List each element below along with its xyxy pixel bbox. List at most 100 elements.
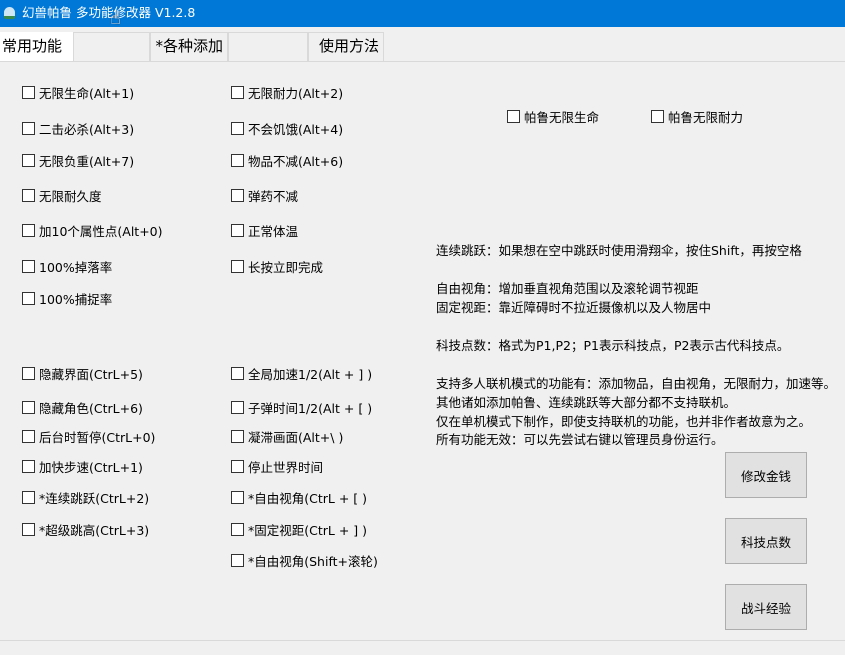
option-checkbox[interactable]: 隐藏角色(CtrL+6) [22, 398, 143, 416]
checkbox-label: *自由视角(CtrL + [ ) [248, 490, 368, 506]
checkbox-box[interactable] [22, 259, 35, 273]
option-checkbox[interactable]: 二击必杀(Alt+3) [22, 119, 134, 137]
checkbox-box[interactable] [231, 522, 244, 536]
checkbox-box[interactable] [231, 490, 244, 504]
checkbox-box[interactable] [22, 490, 35, 504]
checkbox-label: *自由视角(Shift+滚轮) [248, 553, 378, 569]
checkbox-label: *固定视距(CtrL + ] ) [248, 522, 368, 538]
option-checkbox[interactable]: 无限耐久度 [22, 186, 102, 204]
option-checkbox[interactable]: 无限耐力(Alt+2) [231, 83, 343, 101]
option-checkbox[interactable]: 正常体温 [231, 221, 298, 239]
checkbox-label: 停止世界时间 [248, 459, 324, 475]
checkbox-box[interactable] [231, 188, 244, 202]
checkbox-box[interactable] [22, 291, 35, 305]
option-checkbox[interactable]: 长按立即完成 [231, 257, 323, 275]
checkbox-label: *连续跳跃(CtrL+2) [39, 490, 150, 506]
checkbox-box[interactable] [22, 85, 35, 99]
option-checkbox[interactable]: 子弹时间1/2(Alt + [ ) [231, 398, 372, 416]
option-checkbox[interactable]: 无限生命(Alt+1) [22, 83, 134, 101]
help-note: 科技点数：格式为P1,P2；P1表示科技点，P2表示古代科技点。 [436, 338, 790, 353]
option-checkbox[interactable]: 加10个属性点(Alt+0) [22, 221, 163, 239]
checkbox-box[interactable] [231, 153, 244, 167]
checkbox-label: 子弹时间1/2(Alt + [ ) [248, 400, 373, 416]
checkbox-label: *超级跳高(CtrL+3) [39, 522, 150, 538]
checkbox-box[interactable] [22, 366, 35, 380]
help-note: 所有功能无效：可以先尝试右键以管理员身份运行。 [436, 432, 724, 447]
checkbox-box[interactable] [22, 121, 35, 135]
checkbox-box[interactable] [231, 121, 244, 135]
hand-cursor-icon: ☝ [110, 8, 121, 29]
checkbox-box[interactable] [231, 429, 244, 443]
option-checkbox[interactable]: 帕鲁无限生命 [507, 107, 599, 125]
help-note: 连续跳跃：如果想在空中跳跃时使用滑翔伞，按住Shift，再按空格 [436, 243, 802, 258]
tab-usage[interactable]: 使用方法 [308, 32, 384, 61]
checkbox-box[interactable] [231, 553, 244, 567]
option-checkbox[interactable]: 100%捕捉率 [22, 289, 112, 307]
checkbox-box[interactable] [22, 400, 35, 414]
battle-exp-button[interactable]: 战斗经验 [725, 584, 807, 630]
checkbox-box[interactable] [231, 223, 244, 237]
checkbox-label: 不会饥饿(Alt+4) [248, 121, 344, 137]
checkbox-label: 帕鲁无限耐力 [668, 109, 744, 125]
checkbox-label: 加快步速(CtrL+1) [39, 459, 143, 475]
option-checkbox[interactable]: 不会饥饿(Alt+4) [231, 119, 343, 137]
checkbox-box[interactable] [22, 188, 35, 202]
checkbox-label: 弹药不减 [248, 188, 299, 204]
checkbox-label: 隐藏界面(CtrL+5) [39, 366, 143, 382]
checkbox-box[interactable] [231, 85, 244, 99]
checkbox-box[interactable] [231, 259, 244, 273]
checkbox-box[interactable] [651, 109, 664, 123]
checkbox-label: 100%捕捉率 [39, 291, 113, 307]
option-checkbox[interactable]: *自由视角(CtrL + [ ) [231, 488, 367, 506]
checkbox-box[interactable] [231, 366, 244, 380]
option-checkbox[interactable]: 无限负重(Alt+7) [22, 151, 134, 169]
option-checkbox[interactable]: 100%掉落率 [22, 257, 112, 275]
option-checkbox[interactable]: 加快步速(CtrL+1) [22, 457, 143, 475]
option-checkbox[interactable]: 后台时暂停(CtrL+0) [22, 427, 155, 445]
option-checkbox[interactable]: 隐藏界面(CtrL+5) [22, 364, 143, 382]
checkbox-box[interactable] [507, 109, 520, 123]
checkbox-box[interactable] [22, 153, 35, 167]
checkbox-box[interactable] [22, 522, 35, 536]
help-note: 自由视角：增加垂直视角范围以及滚轮调节视距 [436, 281, 699, 296]
checkbox-label: 无限耐久度 [39, 188, 102, 204]
checkbox-label: 二击必杀(Alt+3) [39, 121, 135, 137]
tab-empty-1[interactable] [73, 32, 150, 61]
option-checkbox[interactable]: 停止世界时间 [231, 457, 323, 475]
checkbox-label: 凝滞画面(Alt+\ ) [248, 429, 344, 445]
checkbox-label: 帕鲁无限生命 [524, 109, 600, 125]
checkbox-box[interactable] [22, 459, 35, 473]
tech-points-button[interactable]: 科技点数 [725, 518, 807, 564]
option-checkbox[interactable]: 弹药不减 [231, 186, 298, 204]
option-checkbox[interactable]: 物品不减(Alt+6) [231, 151, 343, 169]
tab-empty-2[interactable] [228, 32, 308, 61]
modify-money-button[interactable]: 修改金钱 [725, 452, 807, 498]
option-checkbox[interactable]: 凝滞画面(Alt+\ ) [231, 427, 343, 445]
app-icon [4, 7, 15, 19]
checkbox-label: 隐藏角色(CtrL+6) [39, 400, 143, 416]
option-checkbox[interactable]: *连续跳跃(CtrL+2) [22, 488, 149, 506]
checkbox-label: 100%掉落率 [39, 259, 113, 275]
checkbox-label: 后台时暂停(CtrL+0) [39, 429, 156, 445]
checkbox-box[interactable] [22, 429, 35, 443]
checkbox-label: 长按立即完成 [248, 259, 324, 275]
checkbox-box[interactable] [231, 400, 244, 414]
checkbox-label: 无限负重(Alt+7) [39, 153, 135, 169]
tab-common[interactable]: 常用功能 [0, 32, 73, 62]
option-checkbox[interactable]: 帕鲁无限耐力 [651, 107, 743, 125]
checkbox-box[interactable] [231, 459, 244, 473]
checkbox-box[interactable] [22, 223, 35, 237]
option-checkbox[interactable]: 全局加速1/2(Alt + ] ) [231, 364, 372, 382]
option-checkbox[interactable]: *自由视角(Shift+滚轮) [231, 551, 378, 569]
help-note: 其他诸如添加帕鲁、连续跳跃等大部分都不支持联机。 [436, 395, 737, 410]
checkbox-label: 正常体温 [248, 223, 299, 239]
option-checkbox[interactable]: *固定视距(CtrL + ] ) [231, 520, 367, 538]
checkbox-label: 物品不减(Alt+6) [248, 153, 344, 169]
help-note: 固定视距：靠近障碍时不拉近摄像机以及人物居中 [436, 300, 712, 315]
checkbox-label: 无限生命(Alt+1) [39, 85, 135, 101]
option-checkbox[interactable]: *超级跳高(CtrL+3) [22, 520, 149, 538]
checkbox-label: 全局加速1/2(Alt + ] ) [248, 366, 373, 382]
checkbox-label: 加10个属性点(Alt+0) [39, 223, 163, 239]
title-bar: 幻兽帕鲁 多功能修改器 V1.2.8 [0, 0, 845, 27]
tab-add-items[interactable]: *各种添加 [150, 32, 228, 61]
